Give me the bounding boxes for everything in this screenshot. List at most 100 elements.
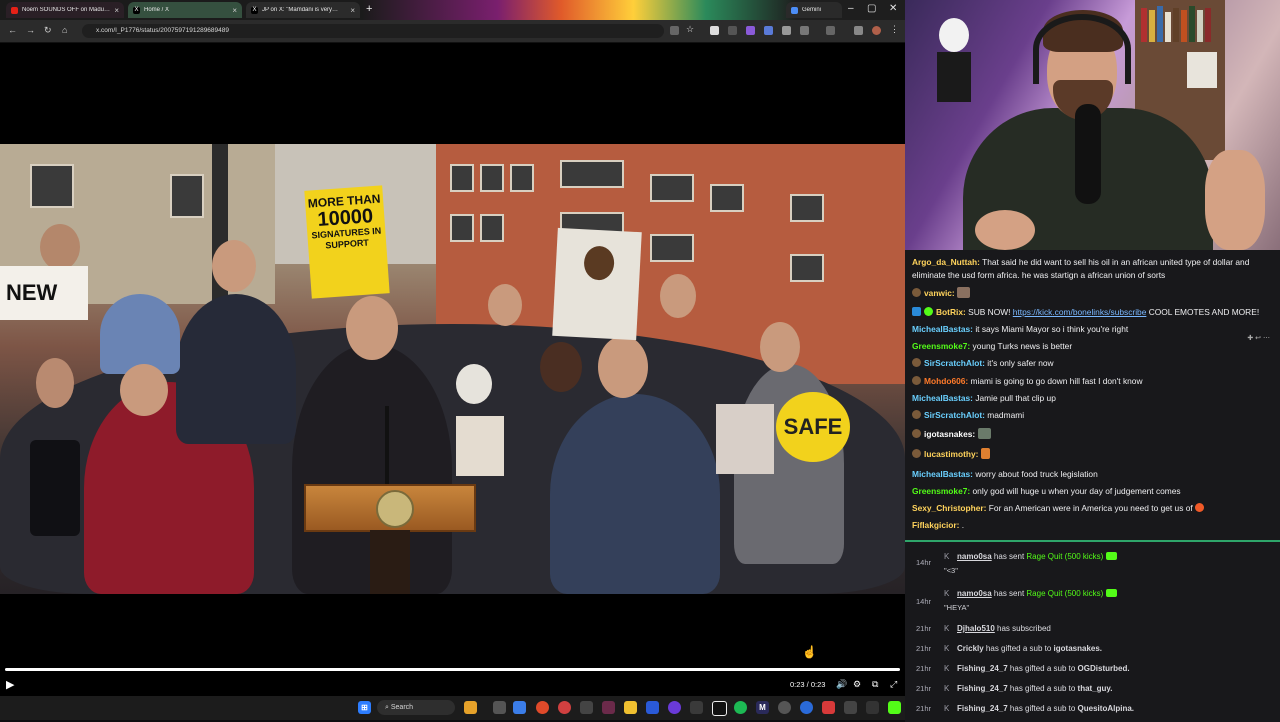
picture-in-picture-icon[interactable]: ⧉ — [872, 679, 878, 690]
extension-icon[interactable] — [710, 26, 719, 35]
chat-username[interactable]: MichealBastas: — [912, 393, 973, 403]
browser-tab[interactable]: X Home / X × — [128, 2, 242, 18]
event-target[interactable]: that_guy. — [1078, 684, 1113, 693]
chrome-icon[interactable] — [536, 701, 549, 714]
person-head — [120, 364, 168, 416]
event-target[interactable]: OGDisturbed. — [1078, 664, 1130, 673]
chat-username[interactable]: SirScratchAlot: — [924, 410, 985, 420]
chat-username[interactable]: MichealBastas: — [912, 324, 973, 334]
close-icon[interactable]: × — [114, 6, 119, 15]
chat-username[interactable]: Greensmoke7: — [912, 341, 970, 351]
chat-message: Sexy_Christopher: For an American were i… — [912, 502, 1272, 515]
back-icon[interactable]: ← — [8, 25, 17, 35]
app-icon[interactable] — [866, 701, 879, 714]
star-icon[interactable]: ☆ — [686, 24, 695, 34]
extension-icon[interactable] — [728, 26, 737, 35]
minimize-icon[interactable]: – — [848, 3, 854, 14]
event-text: has sent — [993, 552, 1025, 561]
extension-icon[interactable] — [764, 26, 773, 35]
podium-stand — [370, 530, 410, 594]
chat-username[interactable]: BotRix: — [936, 307, 966, 317]
youtube-icon — [11, 6, 18, 14]
browser-tab[interactable]: Gemini — [786, 2, 842, 18]
event-username[interactable]: namo0sa — [957, 589, 992, 598]
chat-username[interactable]: Fiflakgicior: — [912, 520, 959, 530]
profile-avatar[interactable] — [872, 26, 881, 35]
event-username[interactable]: Fishing_24_7 — [957, 684, 1008, 693]
chat-username[interactable]: igotasnakes: — [924, 429, 975, 439]
event-target[interactable]: QuesitoAlpina. — [1078, 704, 1134, 713]
sidebar-icon[interactable] — [826, 26, 835, 35]
settings-icon[interactable]: ⚙ — [853, 679, 861, 690]
x-icon: X — [133, 6, 140, 14]
chat-username[interactable]: MichealBastas: — [912, 469, 973, 479]
file-explorer-icon[interactable] — [624, 701, 637, 714]
extension-icon[interactable] — [782, 26, 791, 35]
maximize-icon[interactable]: ▢ — [867, 3, 876, 14]
windows-start-icon[interactable]: ⊞ — [358, 701, 371, 714]
video-seek-bar[interactable] — [5, 668, 900, 671]
app-icon[interactable] — [712, 701, 727, 716]
event-username[interactable]: Fishing_24_7 — [957, 704, 1008, 713]
app-icon[interactable] — [668, 701, 681, 714]
chat-username[interactable]: SirScratchAlot: — [924, 358, 985, 368]
chat-text: only god will huge u when your day of ju… — [972, 486, 1181, 496]
chat-text: it says Miami Mayor so i think you're ri… — [975, 324, 1129, 334]
extension-icon[interactable] — [746, 26, 755, 35]
extension-icon[interactable] — [854, 26, 863, 35]
menu-icon[interactable]: ⋮ — [890, 24, 899, 34]
verified-badge-icon — [924, 307, 933, 316]
copilot-icon[interactable] — [513, 701, 526, 714]
new-tab-icon[interactable]: + — [366, 3, 372, 15]
person-head — [212, 240, 256, 292]
event-username[interactable]: namo0sa — [957, 552, 992, 561]
app-icon[interactable] — [602, 701, 615, 714]
event-target[interactable]: igotasnakes. — [1054, 644, 1102, 653]
chat-username[interactable]: Sexy_Christopher: — [912, 503, 986, 513]
chat-message: BotRix: SUB NOW! https://kick.com/boneli… — [912, 306, 1272, 319]
events-panel: 14hr K namo0sa has sent Rage Quit (500 k… — [905, 540, 1280, 722]
taskbar-search[interactable]: ⌕ Search — [377, 700, 455, 715]
person-head — [456, 364, 492, 404]
reload-icon[interactable]: ↻ — [44, 25, 52, 36]
kick-k-icon: K — [944, 704, 950, 713]
app-icon[interactable] — [800, 701, 813, 714]
app-icon[interactable] — [558, 701, 571, 714]
event-username[interactable]: Fishing_24_7 — [957, 664, 1008, 673]
task-view-icon[interactable] — [493, 701, 506, 714]
chat-link[interactable]: https://kick.com/bonelinks/subscribe — [1013, 307, 1147, 317]
widgets-icon[interactable] — [464, 701, 477, 714]
app-icon[interactable] — [580, 701, 593, 714]
app-icon[interactable]: M — [756, 701, 769, 714]
bot-badge-icon — [912, 307, 921, 316]
chat-username[interactable]: Greensmoke7: — [912, 486, 970, 496]
hand — [1205, 150, 1265, 250]
kick-icon[interactable] — [888, 701, 901, 714]
app-icon[interactable] — [690, 701, 703, 714]
browser-tab[interactable]: Noem SOUNDS OFF on Madu… × — [6, 2, 124, 18]
browser-tab-active[interactable]: X JP on X: "Mamdani is very… × — [246, 2, 360, 18]
event-username[interactable]: Crickly — [957, 644, 984, 653]
event-username[interactable]: Djhalo510 — [957, 624, 995, 633]
close-icon[interactable]: × — [232, 6, 237, 15]
home-icon[interactable]: ⌂ — [62, 25, 67, 35]
volume-icon[interactable]: 🔊 — [836, 679, 847, 690]
app-icon[interactable] — [778, 701, 791, 714]
url-field[interactable]: x.com/I_P1776/status/2007597191289689489 — [82, 24, 664, 38]
map-pin-icon[interactable] — [822, 701, 835, 714]
chat-message: vanwic: — [912, 287, 1272, 300]
app-icon[interactable] — [844, 701, 857, 714]
play-icon[interactable]: ▶ — [6, 678, 14, 691]
window-close-icon[interactable]: ✕ — [889, 3, 897, 14]
cast-icon[interactable] — [670, 26, 679, 35]
close-icon[interactable]: × — [350, 6, 355, 15]
chat-username[interactable]: Argo_da_Nuttah: — [912, 257, 980, 267]
chat-username[interactable]: vanwic: — [924, 288, 955, 298]
fullscreen-icon[interactable]: ⤢ — [890, 679, 897, 690]
spotify-icon[interactable] — [734, 701, 747, 714]
chat-username[interactable]: lucastimothy: — [924, 449, 978, 459]
forward-icon[interactable]: → — [26, 25, 35, 35]
steam-icon[interactable] — [646, 701, 659, 714]
extensions-puzzle-icon[interactable] — [800, 26, 809, 35]
chat-username[interactable]: Mohdo606: — [924, 376, 968, 386]
